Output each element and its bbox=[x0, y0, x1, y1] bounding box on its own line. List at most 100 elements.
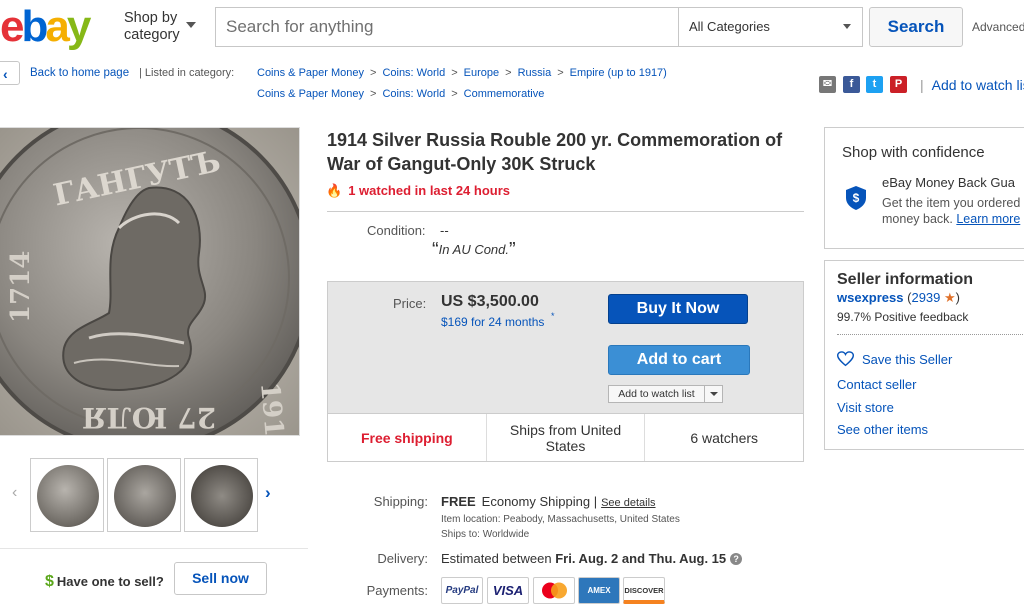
chevron-down-icon[interactable] bbox=[705, 385, 723, 403]
email-icon[interactable]: ✉ bbox=[819, 76, 836, 93]
hot-signal-text: 1 watched in last 24 hours bbox=[348, 183, 511, 198]
breadcrumb-item[interactable]: Empire (up to 1917) bbox=[570, 67, 667, 79]
ebay-logo[interactable]: ebay bbox=[0, 2, 91, 52]
have-one-label: Have one to sell? bbox=[56, 574, 164, 589]
seller-title: Seller information bbox=[837, 271, 974, 288]
chevron-down-icon[interactable] bbox=[186, 22, 196, 28]
free-shipping-badge: Free shipping bbox=[328, 414, 487, 461]
seller-username-link[interactable]: wsexpress bbox=[837, 290, 904, 305]
ships-to: Ships to: Worldwide bbox=[441, 529, 530, 540]
divider: | bbox=[920, 77, 924, 93]
asterisk: * bbox=[551, 311, 555, 321]
breadcrumb-item[interactable]: Russia bbox=[518, 67, 552, 79]
see-other-items-link[interactable]: See other items bbox=[837, 422, 928, 437]
add-to-watch-list-link[interactable]: | Add to watch list bbox=[920, 77, 1024, 93]
divider: | bbox=[593, 494, 598, 509]
shop-by-category-button[interactable]: Shop by category bbox=[124, 10, 180, 44]
feedback-score-link[interactable]: 2939 bbox=[911, 290, 940, 305]
search-input[interactable]: Search for anything bbox=[215, 7, 678, 47]
pinterest-icon[interactable]: P bbox=[890, 76, 907, 93]
condition-label: Condition: bbox=[367, 223, 426, 238]
quote-open: “ bbox=[432, 239, 439, 261]
breadcrumb-row-1: Coins & Paper Money > Coins: World > Europe >… bbox=[257, 67, 667, 79]
breadcrumb-separator: > bbox=[557, 67, 564, 79]
chevron-left-icon[interactable]: ‹ bbox=[3, 66, 8, 82]
chevron-down-icon bbox=[843, 24, 851, 29]
sell-now-button[interactable]: Sell now bbox=[174, 562, 267, 595]
contact-seller-link[interactable]: Contact seller bbox=[837, 377, 916, 392]
confidence-title: Shop with confidence bbox=[842, 144, 985, 161]
money-back-line-2-text: money back. bbox=[882, 212, 953, 226]
listed-in-label: | Listed in category: bbox=[139, 67, 235, 79]
main-item-image[interactable]: ГАНГУТЪ 1714 1914 27 ЮЛЯ bbox=[0, 127, 300, 436]
thumbnail-3[interactable] bbox=[184, 458, 258, 532]
search-button[interactable]: Search bbox=[869, 7, 963, 47]
breadcrumb-item[interactable]: Commemorative bbox=[464, 88, 545, 100]
monthly-financing-link[interactable]: $169 for 24 months bbox=[441, 315, 544, 329]
breadcrumb-item[interactable]: Coins & Paper Money bbox=[257, 88, 364, 100]
have-one-to-sell: $ Have one to sell? bbox=[45, 573, 164, 591]
breadcrumb-row-2: Coins & Paper Money > Coins: World > Commemo… bbox=[257, 88, 544, 100]
svg-text:1714: 1714 bbox=[6, 251, 36, 323]
mastercard-logo bbox=[533, 577, 575, 604]
breadcrumb-item[interactable]: Coins: World bbox=[382, 88, 445, 100]
delivery-label: Delivery: bbox=[377, 551, 428, 566]
heart-icon[interactable] bbox=[837, 351, 854, 367]
delivery-estimate: Estimated between Fri. Aug. 2 and Thu. A… bbox=[441, 551, 743, 566]
thumbnail-2[interactable] bbox=[107, 458, 181, 532]
back-to-home-link[interactable]: Back to home page bbox=[30, 67, 129, 79]
facebook-icon[interactable]: f bbox=[843, 76, 860, 93]
dollar-icon: $ bbox=[45, 573, 54, 590]
chevron-left-icon[interactable]: ‹ bbox=[12, 484, 17, 502]
shipping-value: FREE Economy Shipping | See details bbox=[441, 494, 656, 509]
condition-value: -- bbox=[440, 223, 449, 238]
mastercard-icon bbox=[542, 582, 567, 599]
delivery-prefix: Estimated between bbox=[441, 551, 552, 566]
money-back-title: eBay Money Back Gua bbox=[882, 175, 1015, 190]
money-back-line-1: Get the item you ordered bbox=[882, 196, 1021, 210]
money-back-line-2: money back. Learn more bbox=[882, 211, 1020, 227]
price-value: US $3,500.00 bbox=[441, 293, 539, 310]
chevron-right-icon[interactable]: › bbox=[265, 483, 271, 503]
breadcrumb-separator: > bbox=[451, 67, 458, 79]
svg-text:27 ЮЛЯ: 27 ЮЛЯ bbox=[82, 401, 216, 434]
buy-it-now-button[interactable]: Buy It Now bbox=[608, 294, 748, 324]
money-back-text: Get the item you ordered money back. Lea… bbox=[882, 195, 1020, 227]
save-seller-link[interactable]: Save this Seller bbox=[862, 352, 952, 367]
paren-close: ) bbox=[955, 290, 961, 305]
advanced-search-link[interactable]: Advanced bbox=[972, 20, 1024, 34]
see-details-link[interactable]: See details bbox=[601, 497, 655, 509]
breadcrumb-separator: > bbox=[370, 67, 377, 79]
paypal-logo: PayPal bbox=[441, 577, 483, 604]
feature-row: Free shipping Ships from United States 6… bbox=[328, 413, 803, 461]
learn-more-link[interactable]: Learn more bbox=[956, 212, 1020, 226]
divider bbox=[327, 211, 804, 212]
shipping-method: Economy Shipping bbox=[481, 494, 591, 509]
seller-identity: wsexpress (2939 ★) bbox=[837, 290, 960, 306]
logo-letter-a: a bbox=[45, 2, 70, 51]
divider bbox=[0, 548, 308, 549]
amex-logo: AMEX bbox=[578, 577, 620, 604]
shipping-free: FREE bbox=[441, 494, 476, 509]
coin-image: ГАНГУТЪ 1714 1914 27 ЮЛЯ bbox=[0, 128, 299, 436]
add-to-watch-list-button[interactable]: Add to watch list bbox=[608, 385, 705, 403]
price-label: Price: bbox=[393, 296, 427, 311]
breadcrumb-item[interactable]: Europe bbox=[464, 67, 499, 79]
twitter-icon[interactable]: t bbox=[866, 76, 883, 93]
breadcrumb-item[interactable]: Coins & Paper Money bbox=[257, 67, 364, 79]
logo-letter-b: b bbox=[21, 2, 48, 51]
category-label: category bbox=[124, 27, 180, 43]
svg-text:1914: 1914 bbox=[254, 381, 290, 436]
help-icon[interactable]: ? bbox=[730, 553, 743, 565]
star-icon: ★ bbox=[944, 290, 956, 305]
shop-by-label: Shop by bbox=[124, 10, 178, 26]
category-select[interactable]: All Categories bbox=[678, 7, 863, 47]
thumbnail-1[interactable] bbox=[30, 458, 104, 532]
item-title: 1914 Silver Russia Rouble 200 yr. Commem… bbox=[327, 130, 783, 174]
visa-logo: VISA bbox=[487, 577, 529, 604]
breadcrumb-item[interactable]: Coins: World bbox=[382, 67, 445, 79]
add-to-cart-button[interactable]: Add to cart bbox=[608, 345, 750, 375]
flame-icon: 🔥 bbox=[326, 183, 343, 198]
visit-store-link[interactable]: Visit store bbox=[837, 400, 894, 415]
svg-text:$: $ bbox=[853, 191, 860, 205]
